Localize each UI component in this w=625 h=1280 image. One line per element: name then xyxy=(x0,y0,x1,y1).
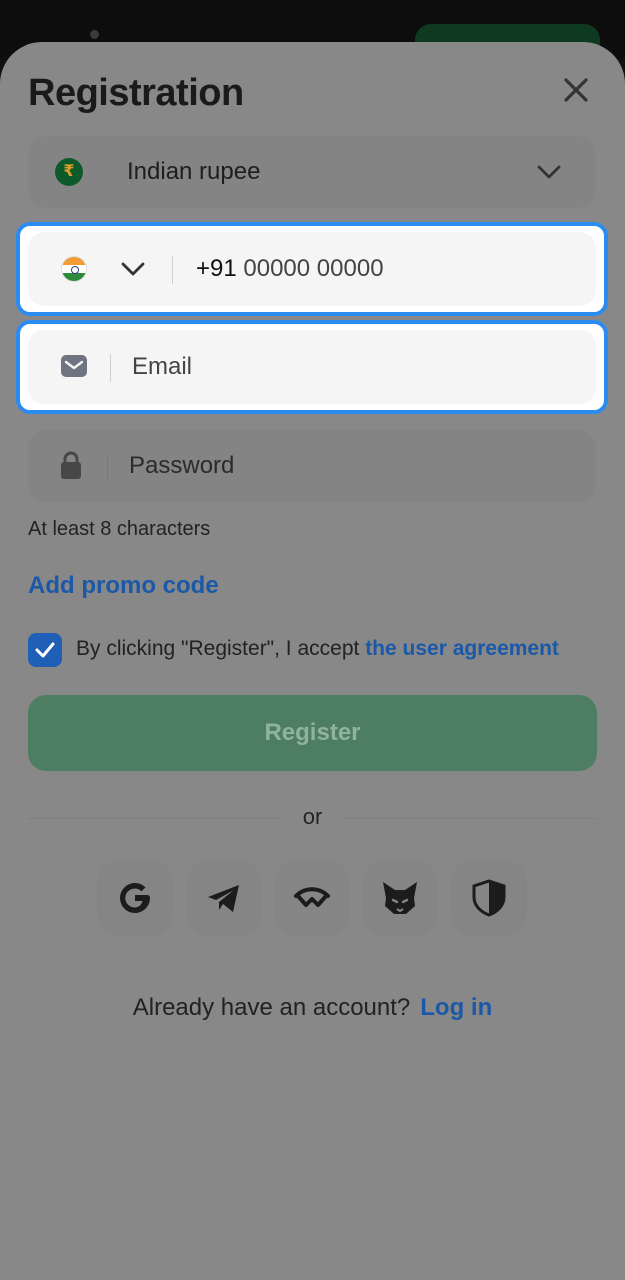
user-agreement-link[interactable]: the user agreement xyxy=(365,637,559,660)
mail-icon xyxy=(61,355,87,377)
page-title: Registration xyxy=(28,72,244,114)
add-promo-code-link[interactable]: Add promo code xyxy=(28,572,219,600)
currency-select[interactable]: ₹ Indian rupee xyxy=(28,136,596,208)
password-hint: At least 8 characters xyxy=(28,518,211,540)
telegram-login-button[interactable] xyxy=(186,860,262,936)
walletconnect-login-button[interactable] xyxy=(274,860,350,936)
telegram-icon xyxy=(208,885,239,912)
login-prompt: Already have an account? Log in xyxy=(0,994,625,1022)
metamask-login-button[interactable] xyxy=(362,860,438,936)
chevron-down-icon xyxy=(537,165,561,179)
metamask-icon xyxy=(383,882,417,914)
shield-login-button[interactable] xyxy=(451,860,527,936)
phone-field[interactable]: +91 00000 00000 xyxy=(28,232,596,306)
login-question: Already have an account? xyxy=(132,994,411,1021)
google-icon xyxy=(120,883,150,914)
walletconnect-icon xyxy=(294,887,330,907)
register-button[interactable]: Register xyxy=(28,695,597,771)
or-label: or xyxy=(302,804,323,829)
phone-field-highlight: +91 00000 00000 xyxy=(16,222,608,316)
rupee-coin-icon: ₹ xyxy=(55,158,83,186)
phone-placeholder: 00000 00000 xyxy=(243,255,384,282)
close-icon xyxy=(564,78,588,102)
lock-icon xyxy=(61,451,81,479)
registration-sheet: Registration ₹ Indian rupee +91 00000 00… xyxy=(0,42,625,1280)
india-flag-icon xyxy=(61,256,87,282)
phone-country-code: +91 xyxy=(196,255,237,282)
shield-icon xyxy=(472,879,506,917)
password-input[interactable]: Password xyxy=(129,430,234,502)
close-button[interactable] xyxy=(560,74,592,106)
phone-input[interactable]: +91 00000 00000 xyxy=(196,232,384,306)
header-dot xyxy=(90,30,99,39)
email-field[interactable]: Email xyxy=(28,330,596,404)
google-login-button[interactable] xyxy=(97,860,173,936)
agreement-checkbox[interactable] xyxy=(28,633,62,667)
currency-label: Indian rupee xyxy=(127,158,261,185)
checkmark-icon xyxy=(35,642,55,658)
email-input[interactable]: Email xyxy=(132,330,192,404)
email-field-highlight: Email xyxy=(16,320,608,414)
divider xyxy=(107,454,108,480)
agreement-text: By clicking "Register", I accept the use… xyxy=(76,637,559,661)
country-chevron-down-icon[interactable] xyxy=(120,258,146,280)
password-field[interactable]: Password xyxy=(28,430,596,502)
login-link[interactable]: Log in xyxy=(420,994,492,1021)
divider xyxy=(110,354,111,382)
divider xyxy=(172,256,173,284)
agreement-prefix: By clicking "Register", I accept xyxy=(76,637,366,660)
